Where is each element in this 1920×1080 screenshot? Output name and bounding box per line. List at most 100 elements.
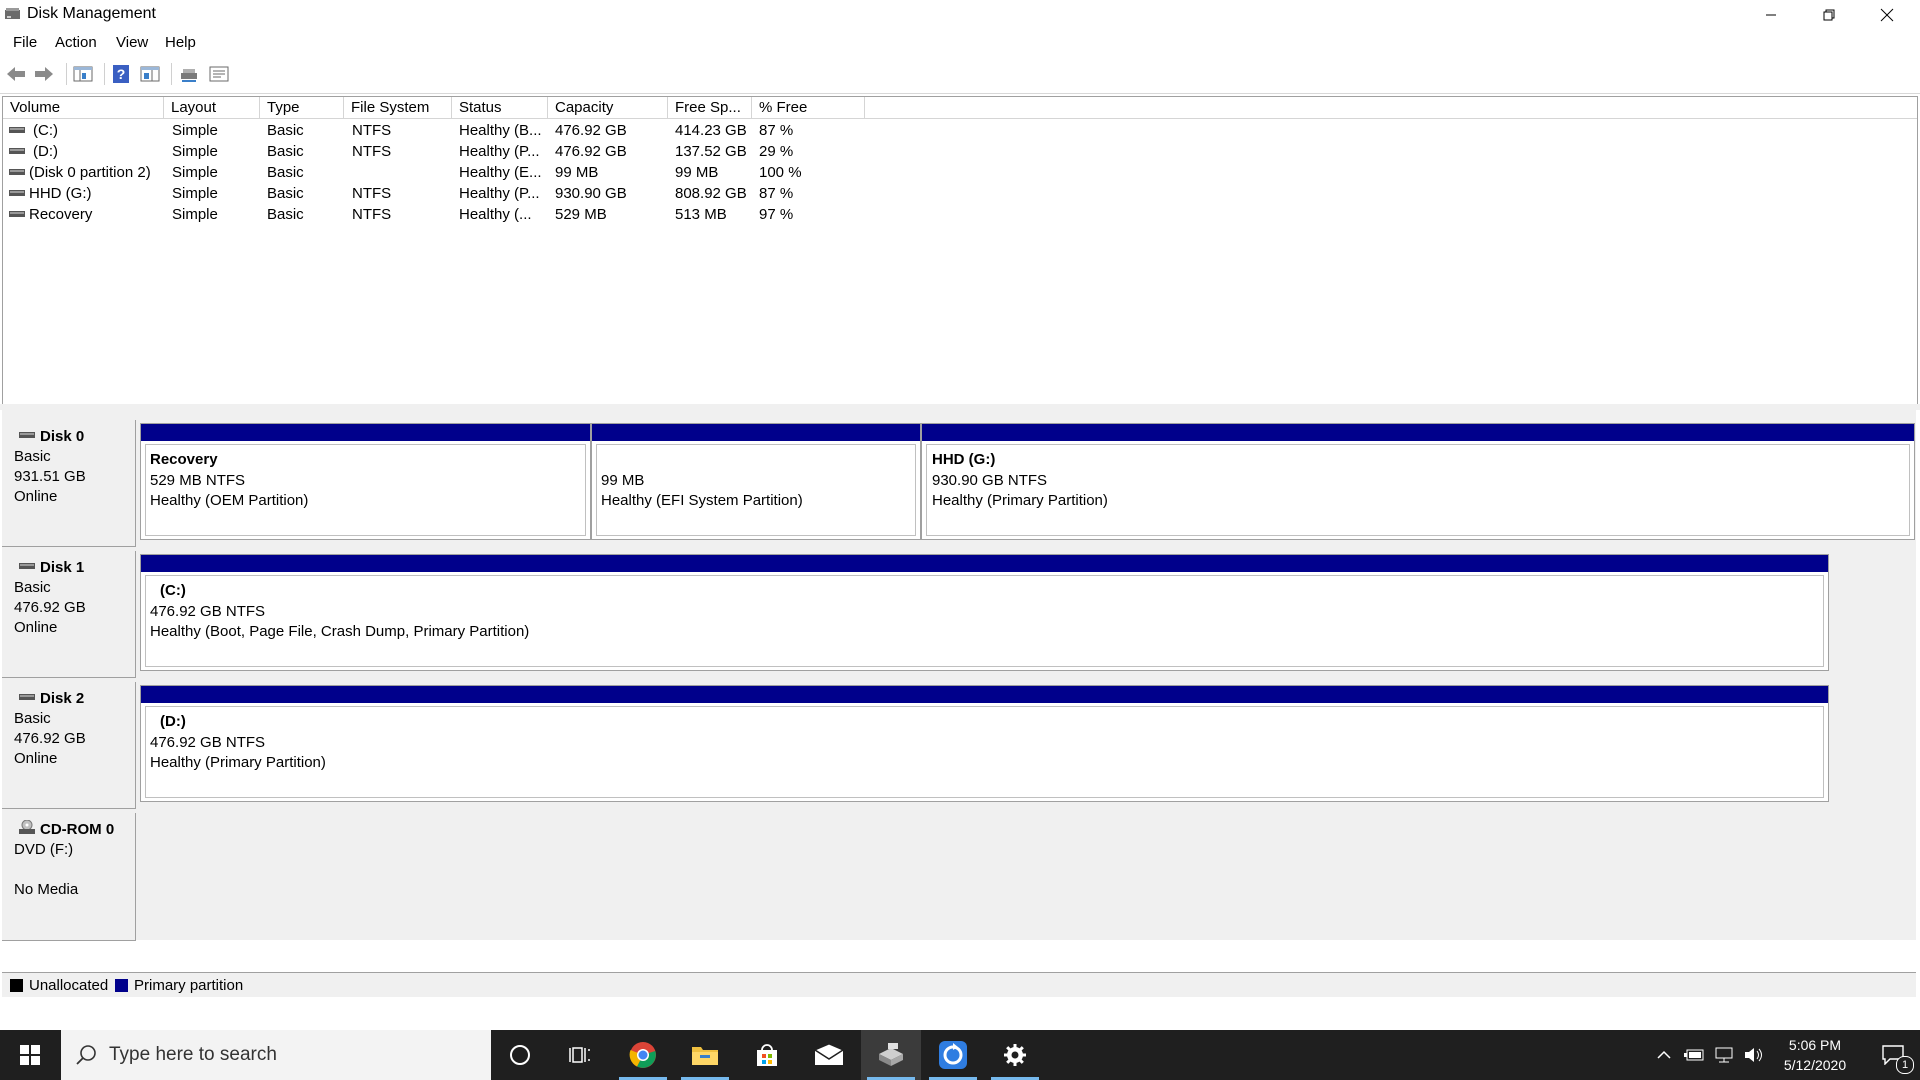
volume-row[interactable]: (C:) Simple Basic NTFS Healthy (B... 476… xyxy=(3,120,1917,141)
clock-date: 5/12/2020 xyxy=(1783,1057,1847,1073)
rescan-disks-icon xyxy=(181,69,197,82)
cell-status: Healthy (... xyxy=(459,206,532,223)
partition-d[interactable]: (D:) 476.92 GB NTFS Healthy (Primary Par… xyxy=(140,685,1829,802)
taskbar-search-box[interactable]: Type here to search xyxy=(61,1030,491,1080)
menu-view[interactable]: View xyxy=(116,34,148,51)
console-tree-button[interactable] xyxy=(71,63,95,85)
column-header-percent-free[interactable]: % Free xyxy=(752,97,865,119)
disk-type: Basic xyxy=(14,448,51,465)
taskbar: Type here to search 5:06 PM 5/12/2020 1 xyxy=(0,1030,1920,1080)
restore-button[interactable] xyxy=(1800,0,1858,29)
disk-1-label[interactable]: Disk 1 Basic 476.92 GB Online xyxy=(2,551,136,678)
disk-2-label[interactable]: Disk 2 Basic 476.92 GB Online xyxy=(2,682,136,809)
cell-volume: (C:) xyxy=(33,122,58,139)
drive-icon xyxy=(9,169,25,175)
properties-pane-button[interactable] xyxy=(138,63,162,85)
cell-status: Healthy (P... xyxy=(459,185,540,202)
legend: Unallocated Primary partition xyxy=(2,972,1916,997)
rescan-disks-button[interactable] xyxy=(177,63,201,85)
partition-size: 930.90 GB NTFS xyxy=(932,472,1048,489)
column-header-type[interactable]: Type xyxy=(260,97,344,119)
volume-row[interactable]: (Disk 0 partition 2) Simple Basic Health… xyxy=(3,162,1917,183)
cell-file-system: NTFS xyxy=(352,122,392,139)
cell-layout: Simple xyxy=(172,185,218,202)
legend-swatch-primary xyxy=(115,979,128,992)
minimize-icon xyxy=(1766,14,1776,15)
partition-size: 476.92 GB NTFS xyxy=(150,734,266,751)
partition-size: 476.92 GB NTFS xyxy=(150,603,266,620)
disk-name: Disk 0 xyxy=(40,428,85,445)
battery-button[interactable] xyxy=(1680,1030,1708,1080)
partition-color-bar xyxy=(922,424,1914,441)
partition-status: Healthy (Primary Partition) xyxy=(150,754,326,771)
volume-button[interactable] xyxy=(1740,1030,1768,1080)
task-view-button[interactable] xyxy=(550,1030,610,1080)
partition-recovery[interactable]: Recovery 529 MB NTFS Healthy (OEM Partit… xyxy=(140,423,591,540)
volume-list[interactable]: Volume Layout Type File System Status Ca… xyxy=(2,96,1918,406)
column-header-volume[interactable]: Volume xyxy=(3,97,164,119)
cell-volume: (Disk 0 partition 2) xyxy=(29,164,151,181)
action-center-button[interactable]: 1 xyxy=(1870,1030,1916,1080)
file-explorer-taskbar-button[interactable] xyxy=(675,1030,735,1080)
notification-count-badge: 1 xyxy=(1896,1056,1914,1074)
menu-action[interactable]: Action xyxy=(55,34,97,51)
cell-percent-free: 100 % xyxy=(759,164,802,181)
close-button[interactable] xyxy=(1858,0,1916,29)
help-button[interactable]: ? xyxy=(109,63,133,85)
partition-efi[interactable]: 99 MB Healthy (EFI System Partition) xyxy=(591,423,921,540)
column-header-capacity[interactable]: Capacity xyxy=(548,97,668,119)
column-header-layout[interactable]: Layout xyxy=(164,97,260,119)
cell-capacity: 99 MB xyxy=(555,164,599,181)
minimize-button[interactable] xyxy=(1742,0,1800,29)
disk-management-taskbar-button[interactable] xyxy=(861,1030,921,1080)
disk-0-label[interactable]: Disk 0 Basic 931.51 GB Online xyxy=(2,420,136,547)
cortana-button[interactable] xyxy=(490,1030,550,1080)
volume-row[interactable]: HHD (G:) Simple Basic NTFS Healthy (P...… xyxy=(3,183,1917,204)
column-header-free-space[interactable]: Free Sp... xyxy=(668,97,752,119)
start-button[interactable] xyxy=(0,1030,60,1080)
partition-hhd-g[interactable]: HHD (G:) 930.90 GB NTFS Healthy (Primary… xyxy=(921,423,1915,540)
forward-button[interactable] xyxy=(32,63,56,85)
partition-size: 99 MB xyxy=(601,472,645,489)
volume-row[interactable]: Recovery Simple Basic NTFS Healthy (... … xyxy=(3,204,1917,225)
properties-button[interactable] xyxy=(207,63,231,85)
partition-status: Healthy (Primary Partition) xyxy=(932,492,1108,509)
back-icon xyxy=(7,67,25,81)
column-header-file-system[interactable]: File System xyxy=(344,97,452,119)
network-button[interactable] xyxy=(1710,1030,1738,1080)
column-header-status[interactable]: Status xyxy=(452,97,548,119)
menu-file[interactable]: File xyxy=(13,34,37,51)
cell-free-space: 137.52 GB xyxy=(675,143,747,160)
partition-name: (C:) xyxy=(160,582,186,599)
cortana-icon xyxy=(510,1045,530,1065)
partition-c[interactable]: (C:) 476.92 GB NTFS Healthy (Boot, Page … xyxy=(140,554,1829,671)
disk-status: No Media xyxy=(14,881,79,898)
cell-free-space: 99 MB xyxy=(675,164,719,181)
clock[interactable]: 5:06 PM 5/12/2020 xyxy=(1770,1030,1860,1080)
partition-inner-frame xyxy=(926,444,1910,536)
disk-status: Online xyxy=(14,488,58,505)
menu-bar: File Action View Help xyxy=(0,29,1920,57)
show-hidden-icons-button[interactable] xyxy=(1650,1030,1678,1080)
back-button[interactable] xyxy=(4,63,28,85)
menu-help[interactable]: Help xyxy=(165,34,196,51)
cell-percent-free: 97 % xyxy=(759,206,794,223)
chrome-taskbar-button[interactable] xyxy=(613,1030,673,1080)
sync-app-taskbar-button[interactable] xyxy=(923,1030,983,1080)
cell-volume: (D:) xyxy=(33,143,58,160)
volume-row[interactable]: (D:) Simple Basic NTFS Healthy (P... 476… xyxy=(3,141,1917,162)
partition-inner-frame xyxy=(145,575,1824,667)
svg-text:?: ? xyxy=(117,66,126,82)
cdrom-0-label[interactable]: CD-ROM 0 DVD (F:) No Media xyxy=(2,813,136,941)
properties-icon xyxy=(209,66,229,82)
settings-taskbar-button[interactable] xyxy=(985,1030,1045,1080)
disk-status: Online xyxy=(14,619,58,636)
disk-size: 476.92 GB xyxy=(14,730,86,747)
cell-status: Healthy (B... xyxy=(459,122,542,139)
cell-percent-free: 87 % xyxy=(759,185,794,202)
store-bag-icon xyxy=(757,1044,777,1066)
mail-taskbar-button[interactable] xyxy=(799,1030,859,1080)
cell-type: Basic xyxy=(267,122,304,139)
partition-status: Healthy (EFI System Partition) xyxy=(601,492,803,509)
store-taskbar-button[interactable] xyxy=(737,1030,797,1080)
